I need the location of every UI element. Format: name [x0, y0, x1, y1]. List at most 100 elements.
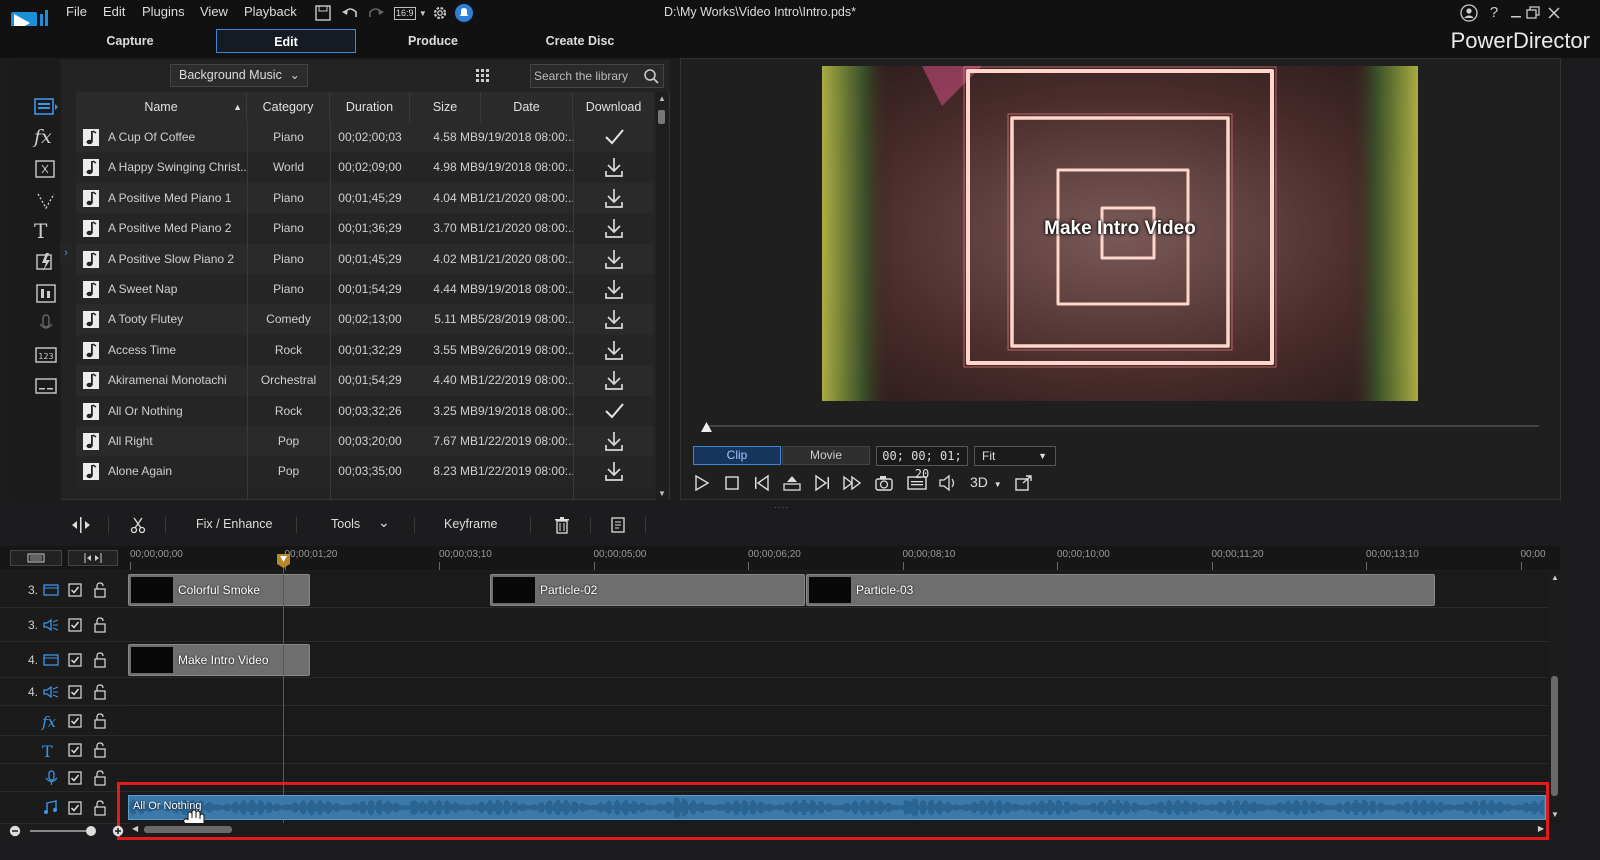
timeline-track-audio[interactable]: 3.	[0, 608, 1548, 642]
track-enable-checkbox[interactable]	[68, 583, 82, 597]
account-icon[interactable]	[1459, 4, 1479, 22]
track-lock-icon[interactable]	[93, 617, 107, 633]
more-features-icon[interactable]	[608, 515, 628, 535]
column-header-size[interactable]: Size	[410, 92, 481, 122]
previous-frame-icon[interactable]	[751, 473, 773, 493]
zoom-in-icon[interactable]	[112, 825, 124, 837]
keyframe-button[interactable]: Keyframe	[444, 517, 498, 531]
tab-edit[interactable]: Edit	[216, 29, 356, 53]
trim-scissors-icon[interactable]	[128, 515, 148, 535]
library-scrollbar[interactable]: ▲ ▼	[656, 92, 668, 500]
column-header-duration[interactable]: Duration	[330, 92, 410, 122]
stop-icon[interactable]	[721, 473, 743, 493]
restore-icon[interactable]	[1523, 4, 1543, 22]
library-row[interactable]: A Sweet Nap Piano 00;01;54;29 4.44 MB 9/19/2…	[76, 274, 654, 305]
voice-over-icon[interactable]	[34, 312, 58, 336]
menu-view[interactable]: View	[200, 4, 228, 19]
close-icon[interactable]	[1544, 4, 1564, 22]
chevron-down-icon[interactable]: ⌄	[378, 514, 390, 531]
timeline-track-fx[interactable]: fx	[0, 706, 1548, 736]
particle-room-icon[interactable]	[34, 188, 58, 212]
track-enable-checkbox[interactable]	[68, 653, 82, 667]
title-room-icon[interactable]: T	[34, 219, 58, 243]
track-lock-icon[interactable]	[93, 652, 107, 668]
track-lock-icon[interactable]	[93, 582, 107, 598]
audio-mixing-room-icon[interactable]	[34, 281, 58, 305]
fit-timeline-icon[interactable]	[68, 550, 118, 566]
library-row[interactable]: A Positive Med Piano 1 Piano 00;01;45;29 4.…	[76, 182, 654, 214]
zoom-out-icon[interactable]	[9, 825, 21, 837]
library-row[interactable]: A Happy Swinging Christ... World 00;02;09;…	[76, 152, 654, 183]
volume-icon[interactable]	[937, 473, 959, 493]
column-header-date[interactable]: Date	[481, 92, 573, 122]
zoom-slider-thumb[interactable]	[86, 826, 96, 836]
split-clip-icon[interactable]	[70, 515, 92, 535]
timeline-video-clip[interactable]: Particle-02	[490, 574, 805, 606]
download-icon[interactable]	[603, 456, 625, 486]
download-icon[interactable]	[603, 335, 625, 365]
column-header-name[interactable]: Name ▲	[76, 92, 247, 122]
play-icon[interactable]	[691, 473, 713, 493]
track-lock-icon[interactable]	[93, 800, 107, 816]
track-lock-icon[interactable]	[93, 742, 107, 758]
aspect-ratio-button[interactable]: 16:9 ▼	[394, 5, 428, 20]
expand-panel-arrow-icon[interactable]: ›	[60, 242, 72, 264]
menu-edit[interactable]: Edit	[103, 4, 125, 19]
redo-icon[interactable]	[366, 3, 386, 23]
library-category-select[interactable]: Background Music ⌄	[170, 64, 308, 87]
track-lock-icon[interactable]	[93, 713, 107, 729]
track-enable-checkbox[interactable]	[68, 771, 82, 785]
library-row[interactable]: A Positive Slow Piano 2 Piano 00;01;45;29 4…	[76, 243, 654, 274]
timeline-vertical-scrollbar[interactable]: ▲ ▼	[1549, 572, 1560, 820]
subtitle-room-icon[interactable]	[34, 374, 58, 398]
fast-forward-icon[interactable]	[841, 473, 863, 493]
library-row[interactable]: A Tooty Flutey Comedy 00;02;13;00 5.11 MB 5/…	[76, 304, 654, 335]
timeline-track-title[interactable]: T	[0, 736, 1548, 764]
track-lock-icon[interactable]	[93, 684, 107, 700]
pip-objects-icon[interactable]	[34, 157, 58, 181]
download-icon[interactable]	[603, 244, 625, 274]
library-row[interactable]: Alone Again Pop 00;03;35;00 8.23 MB 1/22/201…	[76, 456, 654, 487]
download-icon[interactable]	[603, 365, 625, 395]
download-icon[interactable]	[603, 152, 625, 182]
media-room-icon[interactable]	[34, 95, 58, 119]
download-icon[interactable]	[603, 304, 625, 334]
3d-mode-button[interactable]: 3D ▼	[970, 474, 1006, 492]
panel-splitter-icon[interactable]: ....	[774, 501, 794, 511]
timeline-track-audio[interactable]: 4.	[0, 678, 1548, 706]
fix-enhance-button[interactable]: Fix / Enhance	[196, 517, 272, 531]
library-row[interactable]: Access Time Rock 00;01;32;29 3.55 MB 9/26/20…	[76, 334, 654, 366]
undo-icon[interactable]	[340, 3, 360, 23]
transition-room-icon[interactable]	[34, 250, 58, 274]
snapshot-camera-icon[interactable]	[873, 473, 895, 493]
menu-file[interactable]: File	[66, 4, 87, 19]
subtitle-toggle-icon[interactable]	[906, 473, 928, 493]
preview-scrub-bar[interactable]	[706, 425, 1539, 427]
track-enable-checkbox[interactable]	[68, 618, 82, 632]
column-header-category[interactable]: Category	[247, 92, 330, 122]
chapter-room-icon[interactable]: 123	[34, 343, 58, 367]
library-row[interactable]: A Cup Of Coffee Piano 00;02;00;03 4.58 MB 9/…	[76, 122, 654, 153]
delete-trash-icon[interactable]	[552, 515, 572, 535]
download-icon[interactable]	[603, 426, 625, 456]
timeline-ruler[interactable]: 00;00;00;00 00;00;01;20 00;00;03;10 00;00;0…	[0, 546, 1560, 570]
library-search-input[interactable]: Search the library	[530, 64, 664, 88]
library-row[interactable]: A Positive Med Piano 2 Piano 00;01;36;29 3.…	[76, 213, 654, 244]
zoom-fit-select[interactable]: Fit ▼	[974, 446, 1056, 466]
tab-create-disc[interactable]: Create Disc	[510, 29, 650, 53]
settings-gear-icon[interactable]	[430, 3, 450, 23]
timeline-track-video[interactable]: 4. Make Intro Video	[0, 642, 1548, 678]
menu-plugins[interactable]: Plugins	[142, 4, 185, 19]
track-enable-checkbox[interactable]	[68, 743, 82, 757]
save-icon[interactable]	[313, 3, 333, 23]
download-icon[interactable]	[603, 274, 625, 304]
scrub-handle-icon[interactable]	[700, 421, 713, 434]
zoom-slider-track[interactable]	[30, 830, 94, 832]
next-frame-icon[interactable]	[811, 473, 833, 493]
timeline-horizontal-scrollbar[interactable]: ◀ ▶	[130, 823, 1546, 836]
undock-window-icon[interactable]	[1013, 473, 1035, 493]
movie-mode-button[interactable]: Movie	[782, 446, 870, 465]
column-header-download[interactable]: Download	[573, 92, 654, 122]
track-enable-checkbox[interactable]	[68, 801, 82, 815]
timeline-video-clip[interactable]: Particle-03	[806, 574, 1435, 606]
